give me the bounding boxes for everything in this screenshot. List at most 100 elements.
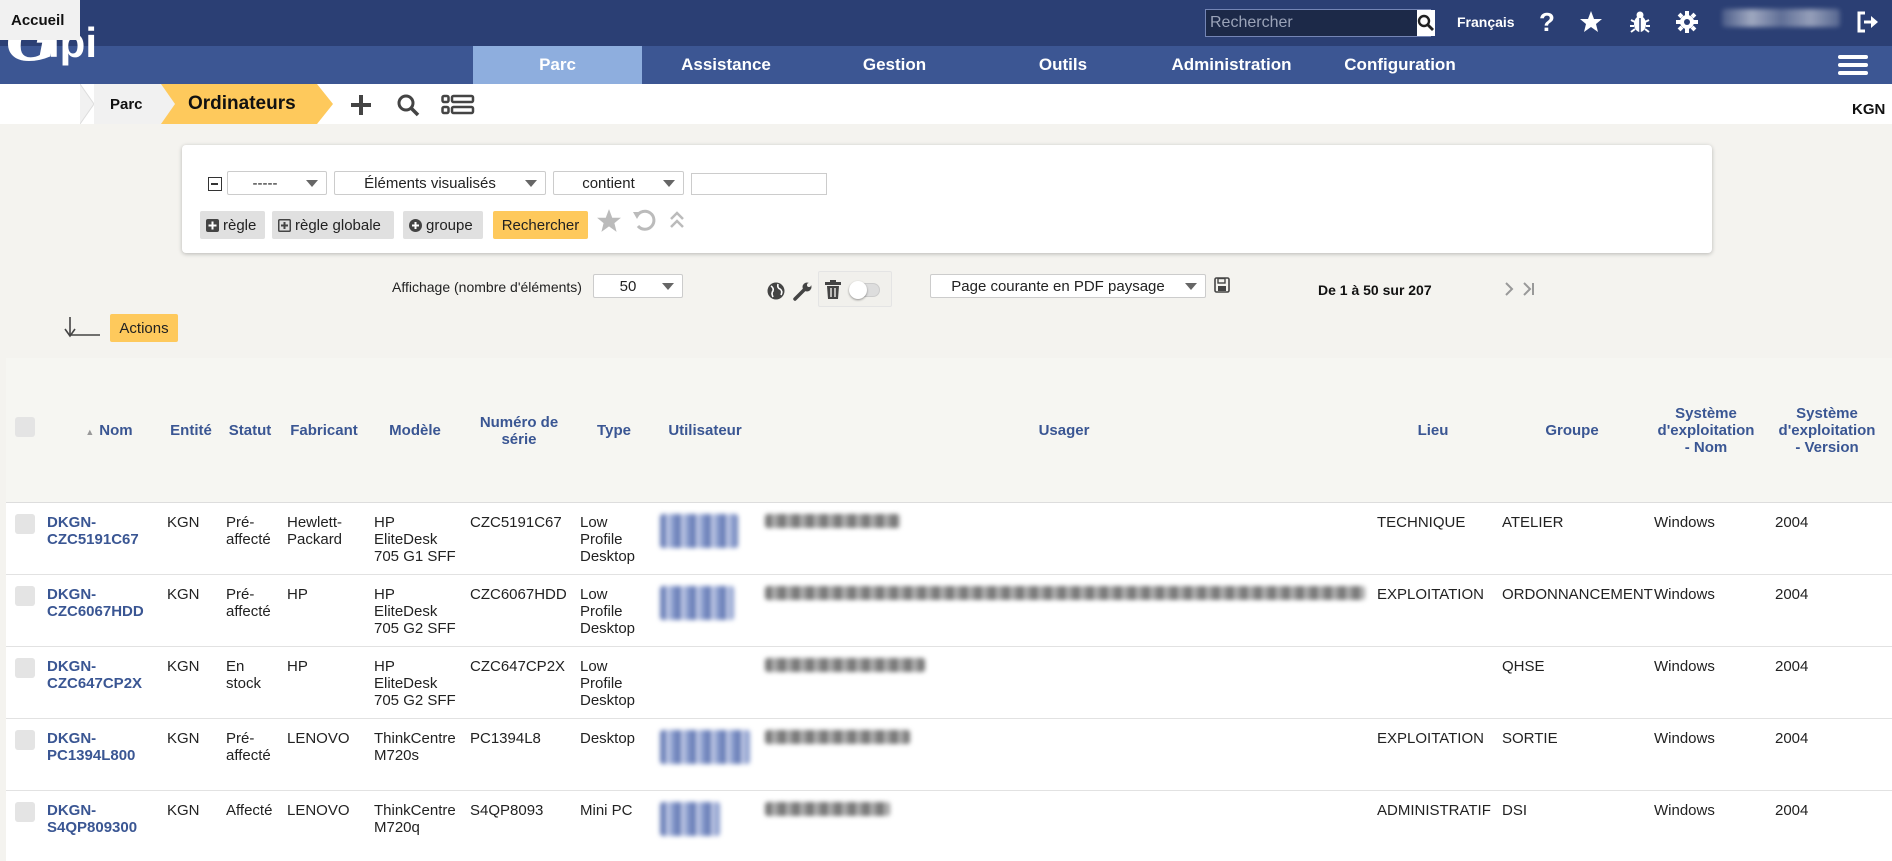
help-icon[interactable]: ? (1532, 7, 1562, 37)
operator-select[interactable]: contient (553, 171, 684, 195)
column-modele[interactable]: Modèle (380, 422, 450, 439)
reset-search-icon[interactable] (632, 208, 656, 236)
cell-usager-redacted (765, 514, 900, 528)
deleted-items-toggle[interactable] (849, 281, 880, 299)
column-os-nom[interactable]: Système d'exploitation - Nom (1650, 405, 1762, 456)
search-submit-button[interactable]: Rechercher (493, 211, 588, 239)
per-page-select[interactable]: 50 (593, 274, 683, 298)
row-checkbox[interactable] (15, 658, 35, 678)
actions-button[interactable]: Actions (110, 314, 178, 342)
menu-assistance[interactable]: Assistance (642, 46, 810, 84)
add-rule-button[interactable]: règle (200, 211, 265, 239)
menu-outils[interactable]: Outils (979, 46, 1147, 84)
row-checkbox[interactable] (15, 730, 35, 750)
criterion-select[interactable]: Éléments visualisés (334, 171, 546, 195)
trash-icon[interactable] (824, 280, 842, 304)
row-divider (6, 646, 1892, 647)
cell-numero-serie: CZC5191C67 (470, 514, 562, 531)
current-entity[interactable]: KGN (1852, 101, 1885, 118)
cell-utilisateur-redacted[interactable] (660, 514, 738, 548)
logout-icon[interactable] (1852, 7, 1882, 37)
breadcrumb-home[interactable]: Accueil (0, 0, 80, 40)
add-group-button[interactable]: groupe (403, 211, 483, 239)
breadcrumb-current[interactable]: Ordinateurs (161, 84, 317, 124)
save-export-icon[interactable] (1214, 277, 1230, 297)
column-groupe[interactable]: Groupe (1530, 422, 1614, 439)
cell-type: Mini PC (580, 802, 633, 819)
menu-gestion[interactable]: Gestion (810, 46, 979, 84)
criterion-value-input[interactable] (691, 173, 827, 195)
column-entite[interactable]: Entité (163, 422, 219, 439)
hamburger-menu-icon[interactable] (1838, 52, 1868, 78)
row-divider (6, 574, 1892, 575)
save-search-star-icon[interactable] (596, 208, 622, 238)
global-search-input[interactable] (1206, 10, 1417, 36)
cell-modele: ThinkCentre M720q (374, 802, 456, 836)
column-usager[interactable]: Usager (1000, 422, 1128, 439)
mass-action-arrow-icon (62, 315, 102, 343)
list-view-icon[interactable] (440, 91, 476, 119)
cell-statut: Pré-affecté (226, 730, 271, 764)
globe-icon[interactable] (766, 281, 786, 305)
search-icon[interactable] (1417, 10, 1435, 36)
cell-fabricant: Hewlett- Packard (287, 514, 343, 548)
plus-square-outline-icon (278, 218, 291, 232)
column-numero-serie[interactable]: Numéro de série (466, 414, 572, 448)
gear-icon[interactable] (1672, 7, 1702, 37)
cell-os-nom: Windows (1654, 514, 1715, 531)
menu-configuration[interactable]: Configuration (1316, 46, 1484, 84)
remove-criterion-icon[interactable] (208, 177, 222, 191)
next-page-icon[interactable] (1503, 281, 1515, 301)
collapse-panel-icon[interactable] (668, 210, 686, 234)
column-statut[interactable]: Statut (224, 422, 276, 439)
cell-groupe: DSI (1502, 802, 1528, 819)
cell-groupe: SORTIE (1502, 730, 1558, 747)
column-os-version[interactable]: Système d'exploitation - Version (1771, 405, 1883, 456)
menu-administration[interactable]: Administration (1147, 46, 1316, 84)
last-page-icon[interactable] (1522, 281, 1536, 301)
cell-os-nom: Windows (1654, 658, 1715, 675)
cell-entite: KGN (167, 658, 200, 675)
cell-os-version: 2004 (1775, 802, 1809, 819)
cell-numero-serie: PC1394L8 (470, 730, 541, 747)
cell-fabricant: HP (287, 586, 308, 603)
cell-numero-serie: CZC647CP2X (470, 658, 566, 675)
field-select[interactable]: ----- (227, 171, 327, 195)
cell-groupe: ATELIER (1502, 514, 1564, 531)
cell-modele: HP EliteDesk 705 G2 SFF (374, 586, 456, 637)
cell-numero-serie: S4QP8093 (470, 802, 544, 819)
column-nom[interactable]: ▲ Nom (72, 422, 146, 441)
search-icon[interactable] (393, 91, 423, 119)
cell-entite: KGN (167, 586, 200, 603)
menu-parc[interactable]: Parc (473, 46, 642, 84)
wrench-icon[interactable] (793, 281, 813, 305)
breadcrumb-parc[interactable]: Parc (94, 84, 161, 124)
column-lieu[interactable]: Lieu (1398, 422, 1468, 439)
add-global-rule-button[interactable]: règle globale (272, 211, 394, 239)
row-checkbox[interactable] (15, 802, 35, 822)
cell-utilisateur-redacted[interactable] (660, 586, 734, 620)
add-icon[interactable] (346, 91, 376, 119)
row-checkbox[interactable] (15, 514, 35, 534)
row-checkbox[interactable] (15, 586, 35, 606)
column-utilisateur[interactable]: Utilisateur (655, 422, 755, 439)
cell-modele: HP EliteDesk 705 G1 SFF (374, 514, 456, 565)
user-name[interactable] (1722, 9, 1840, 27)
star-icon[interactable] (1576, 7, 1606, 37)
computer-name-link[interactable]: DKGN- S4QP809300 (47, 802, 137, 836)
column-type[interactable]: Type (585, 422, 643, 439)
export-select[interactable]: Page courante en PDF paysage (930, 274, 1206, 298)
computer-name-link[interactable]: DKGN- PC1394L800 (47, 730, 135, 764)
cell-utilisateur-redacted[interactable] (660, 802, 720, 836)
cell-os-version: 2004 (1775, 658, 1809, 675)
computer-name-link[interactable]: DKGN- CZC647CP2X (47, 658, 142, 692)
computer-name-link[interactable]: DKGN- CZC6067HDD (47, 586, 144, 620)
language-selector[interactable]: Français (1457, 14, 1515, 30)
computer-name-link[interactable]: DKGN- CZC5191C67 (47, 514, 139, 548)
cell-lieu: ADMINISTRATIF (1377, 802, 1491, 819)
column-fabricant[interactable]: Fabricant (284, 422, 364, 439)
cell-utilisateur-redacted[interactable] (660, 730, 750, 764)
bug-icon[interactable] (1625, 7, 1655, 37)
select-all-checkbox[interactable] (15, 417, 35, 437)
cell-numero-serie: CZC6067HDD (470, 586, 567, 603)
